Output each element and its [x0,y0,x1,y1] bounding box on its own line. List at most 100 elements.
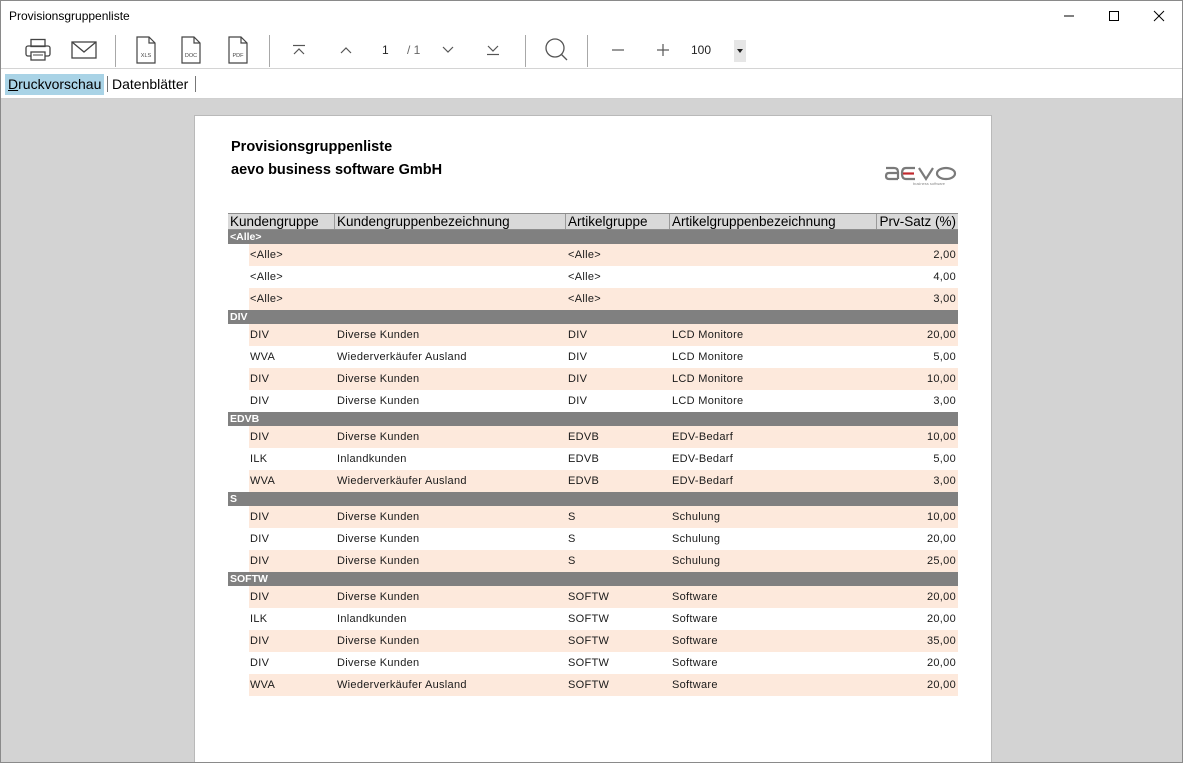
cell-kundengruppenbezeichnung: Wiederverkäufer Ausland [337,475,467,487]
cell-artikelgruppenbezeichnung: LCD Monitore [672,395,744,407]
table-row: DIV Diverse Kunden DIV LCD Monitore 20,00 [228,324,958,346]
table-row: DIV Diverse Kunden S Schulung 20,00 [228,528,958,550]
report-page: Provisionsgruppenliste aevo business sof… [194,115,992,762]
first-page-button[interactable] [289,34,309,66]
minimize-icon [1064,15,1074,17]
zoom-out-button[interactable] [608,34,628,66]
maximize-button[interactable] [1091,1,1137,31]
print-preview-area[interactable]: Provisionsgruppenliste aevo business sof… [1,99,1182,762]
cell-kundengruppe: DIV [250,511,270,523]
cell-artikelgruppe: <Alle> [568,271,601,283]
search-button[interactable] [541,34,571,66]
chevron-up-icon [340,47,352,54]
cell-kundengruppenbezeichnung: Diverse Kunden [337,533,420,545]
group-header: DIV [228,310,958,324]
last-page-button[interactable] [483,34,503,66]
printer-icon [25,38,51,61]
cell-kundengruppenbezeichnung: Diverse Kunden [337,555,420,567]
cell-kundengruppe: DIV [250,431,270,443]
tab-separator [195,76,196,92]
table-header: Kundengruppe Kundengruppenbezeichnung Ar… [228,213,958,230]
print-button[interactable] [21,34,55,66]
cell-artikelgruppe: DIV [568,373,588,385]
cell-kundengruppe: WVA [250,351,276,363]
minimize-button[interactable] [1046,1,1092,31]
cell-prv-satz: 20,00 [926,329,956,341]
group-header: SOFTW [228,572,958,586]
table-row: WVA Wiederverkäufer Ausland DIV LCD Monitor… [228,346,958,368]
cell-prv-satz: 5,00 [933,351,956,363]
cell-kundengruppe: DIV [250,635,270,647]
cell-artikelgruppe: <Alle> [568,249,601,261]
cell-artikelgruppenbezeichnung: Software [672,591,718,603]
toolbar-separator [269,35,270,67]
pdf-file-icon: PDF [228,36,248,64]
export-pdf-button[interactable]: PDF [225,34,251,66]
cell-artikelgruppenbezeichnung: LCD Monitore [672,373,744,385]
cell-prv-satz: 20,00 [926,591,956,603]
cell-prv-satz: 25,00 [926,555,956,567]
toolbar-separator [115,35,116,67]
zoom-input[interactable]: 100 [691,43,711,57]
cell-kundengruppe: ILK [250,453,268,465]
cell-artikelgruppenbezeichnung: Software [672,657,718,669]
tab-datenblaetter[interactable]: Datenblätter [109,74,191,95]
cell-kundengruppe: DIV [250,373,270,385]
current-page-input[interactable]: 1 [382,43,389,57]
cell-kundengruppe: WVA [250,679,276,691]
table-row: WVA Wiederverkäufer Ausland SOFTW Software 2… [228,674,958,696]
plus-icon [657,44,669,56]
cell-kundengruppenbezeichnung: Inlandkunden [337,613,407,625]
tab-bar: Druckvorschau Datenblätter [1,70,1182,99]
close-button[interactable] [1136,1,1182,31]
export-xls-button[interactable]: XLS [133,34,159,66]
previous-page-button[interactable] [336,34,356,66]
table-row: DIV Diverse Kunden DIV LCD Monitore 10,00 [228,368,958,390]
cell-prv-satz: 3,00 [933,475,956,487]
cell-prv-satz: 3,00 [933,395,956,407]
cell-artikelgruppe: DIV [568,329,588,341]
cell-kundengruppe: DIV [250,533,270,545]
cell-kundengruppe: ILK [250,613,268,625]
cell-artikelgruppenbezeichnung: LCD Monitore [672,329,744,341]
first-page-icon [293,44,305,55]
cell-artikelgruppenbezeichnung: Schulung [672,555,721,567]
cell-artikelgruppe: S [568,555,576,567]
cell-kundengruppe: <Alle> [250,293,283,305]
cell-prv-satz: 10,00 [926,373,956,385]
doc-label: DOC [185,53,197,59]
zoom-in-button[interactable] [653,34,673,66]
export-doc-button[interactable]: DOC [178,34,204,66]
column-header-kundengruppenbezeichnung: Kundengruppenbezeichnung [335,214,566,229]
column-header-artikelgruppe: Artikelgruppe [566,214,670,229]
email-button[interactable] [67,34,101,66]
table-row: ILK Inlandkunden SOFTW Software 20,00 [228,608,958,630]
group-header: EDVB [228,412,958,426]
toolbar-separator [587,35,588,67]
pdf-label: PDF [233,53,245,59]
cell-artikelgruppenbezeichnung: EDV-Bedarf [672,453,734,465]
tab-druckvorschau[interactable]: Druckvorschau [5,74,105,95]
total-pages-label: / 1 [407,43,421,57]
cell-prv-satz: 20,00 [926,679,956,691]
cell-artikelgruppenbezeichnung: Software [672,635,718,647]
cell-kundengruppenbezeichnung: Diverse Kunden [337,431,420,443]
cell-prv-satz: 20,00 [926,533,956,545]
zoom-dropdown-button[interactable] [734,40,746,62]
cell-artikelgruppenbezeichnung: LCD Monitore [672,351,744,363]
table-row: ILK Inlandkunden EDVB EDV-Bedarf 5,00 [228,448,958,470]
aevo-logo: business software [884,166,957,186]
svg-text:business software: business software [913,181,946,186]
cell-artikelgruppe: SOFTW [568,657,610,669]
cell-artikelgruppe: SOFTW [568,613,610,625]
last-page-icon [487,45,499,56]
cell-artikelgruppenbezeichnung: Schulung [672,511,721,523]
cell-kundengruppe: DIV [250,555,270,567]
search-icon [545,38,568,61]
next-page-button[interactable] [438,34,458,66]
cell-artikelgruppenbezeichnung: EDV-Bedarf [672,475,734,487]
cell-kundengruppe: DIV [250,329,270,341]
window-title: Provisionsgruppenliste [9,9,130,23]
tab-label-mnemonic: D [8,76,19,92]
cell-artikelgruppe: SOFTW [568,635,610,647]
